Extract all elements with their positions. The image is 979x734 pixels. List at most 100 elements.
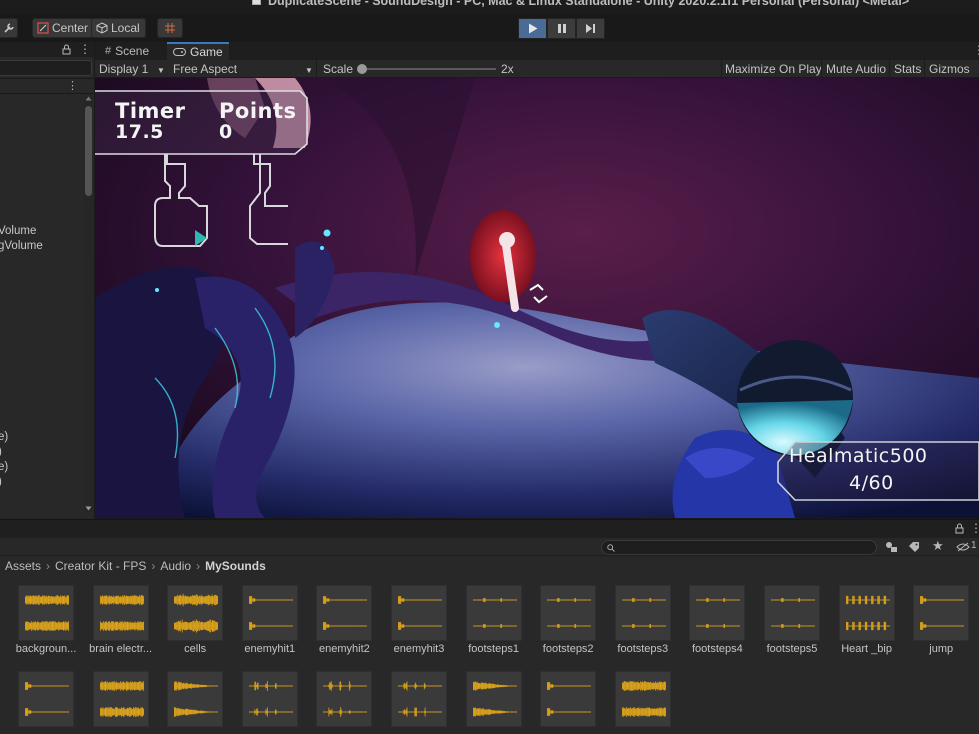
lock-icon[interactable] (62, 44, 71, 55)
waveform-thumbnail (540, 671, 597, 727)
audio-clip-item[interactable] (84, 671, 158, 734)
audio-clip-item[interactable]: footsteps1 (457, 585, 531, 657)
audio-clip-name (84, 729, 158, 734)
game-viewport[interactable]: Timer 17.5 Points 0 Healmatic500 4/60 (95, 78, 979, 518)
step-button[interactable] (576, 18, 605, 39)
tools-button[interactable] (0, 18, 18, 38)
grid-snap-button[interactable] (157, 18, 183, 38)
audio-clip-name: backgroun... (15, 643, 77, 655)
gamepad-icon (173, 48, 186, 56)
audio-clip-item[interactable] (9, 671, 83, 734)
hidden-packages-icon[interactable] (956, 542, 970, 552)
audio-clip-item[interactable]: cells (158, 585, 232, 657)
audio-clip-item[interactable]: backgroun... (9, 585, 83, 657)
audio-clip-name: enemyhit2 (319, 643, 370, 655)
chevron-right-icon: › (151, 559, 156, 573)
audio-clip-item[interactable]: enemyhit1 (233, 585, 307, 657)
audio-clip-name: cells (184, 643, 207, 655)
audio-clip-item[interactable]: enemyhit3 (382, 585, 456, 657)
waveform-channel-right (398, 622, 442, 630)
view-menu-icon[interactable]: ⋮ (973, 43, 979, 57)
waveform-channel-left (771, 598, 815, 602)
mute-audio-toggle[interactable]: Mute Audio (826, 61, 886, 77)
hierarchy-scrollbar[interactable] (84, 94, 93, 512)
display-dropdown-arrow-icon[interactable]: ▼ (157, 63, 165, 79)
audio-clip-item[interactable]: footsteps4 (680, 585, 754, 657)
waveform-thumbnail (391, 671, 447, 727)
breadcrumb-item[interactable]: Assets (5, 559, 41, 573)
hierarchy-item[interactable]: ) (0, 446, 2, 458)
play-button[interactable] (518, 18, 547, 39)
hierarchy-item[interactable]: e) (0, 431, 8, 443)
waveform-channel-left (398, 596, 442, 604)
aspect-dropdown[interactable]: Free Aspect (173, 61, 237, 77)
hierarchy-item[interactable]: gVolume (0, 240, 43, 252)
audio-clip-item[interactable] (307, 671, 381, 734)
scene-menu-icon[interactable]: ⋮ (67, 79, 78, 92)
space-local-button[interactable]: Local (91, 18, 146, 38)
pause-icon (557, 24, 566, 33)
audio-clip-item[interactable] (233, 671, 307, 734)
audio-clip-item[interactable] (382, 671, 456, 734)
chevron-right-icon: › (46, 559, 51, 573)
audio-clip-item[interactable] (531, 671, 605, 734)
breadcrumb-item[interactable]: Audio (160, 559, 191, 573)
audio-clip-item[interactable]: footsteps2 (531, 585, 605, 657)
audio-clip-item[interactable] (158, 671, 232, 734)
waveform-channel-left (920, 596, 965, 604)
project-search-input[interactable] (601, 540, 877, 555)
waveform-thumbnail (18, 585, 74, 641)
audio-clip-item[interactable]: footsteps5 (755, 585, 829, 657)
scroll-down-icon[interactable] (85, 506, 92, 511)
hierarchy-item[interactable]: Volume (0, 225, 36, 237)
waveform-channel-left (174, 593, 219, 607)
audio-clip-item[interactable] (606, 671, 680, 734)
stats-toggle[interactable]: Stats (894, 61, 921, 77)
toolbar-divider (316, 60, 317, 78)
pause-button[interactable] (547, 18, 576, 39)
document-icon (252, 0, 261, 5)
audio-clip-item[interactable]: enemyhit2 (307, 585, 381, 657)
breadcrumb-item[interactable]: Creator Kit - FPS (55, 559, 146, 573)
favorites-star-icon[interactable]: ★ (932, 538, 944, 554)
hierarchy-item[interactable]: e) (0, 461, 8, 473)
hierarchy-search-input[interactable] (0, 60, 92, 76)
maximize-on-play-toggle[interactable]: Maximize On Play (725, 61, 822, 77)
filter-by-type-icon[interactable] (885, 541, 899, 553)
hierarchy-menu-icon[interactable]: ⋮ (79, 42, 91, 56)
hud-timer-label: Timer (115, 99, 186, 123)
hierarchy-scrollbar-thumb[interactable] (85, 106, 92, 196)
audio-clip-item[interactable]: brain electr... (84, 585, 158, 657)
tab-scene[interactable]: # Scene (99, 42, 155, 60)
breadcrumb-current[interactable]: MySounds (205, 559, 266, 573)
scale-slider[interactable] (357, 64, 496, 74)
tab-game[interactable]: Game (167, 42, 229, 60)
pivot-icon (37, 22, 49, 34)
waveform-thumbnail (465, 671, 522, 727)
audio-clip-item[interactable]: footsteps3 (606, 585, 680, 657)
aspect-dropdown-arrow-icon[interactable]: ▼ (305, 63, 313, 79)
scale-slider-knob[interactable] (357, 64, 367, 74)
hierarchy-item[interactable]: ) (0, 476, 2, 488)
lock-icon[interactable] (955, 523, 964, 534)
audio-clip-item[interactable] (457, 671, 531, 734)
waveform-channel-left (323, 681, 368, 691)
hidden-packages-count: 1 (971, 540, 977, 551)
waveform-thumbnail (92, 585, 149, 641)
waveform-channel-left (25, 682, 69, 690)
audio-clip-item[interactable]: Heart _bip (830, 585, 904, 657)
audio-clip-name: Heart _bip (841, 643, 892, 655)
wrench-icon (4, 23, 14, 33)
grid-snap-icon (165, 23, 175, 33)
audio-clip-item[interactable]: jump (904, 585, 978, 657)
breadcrumb: Assets › Creator Kit - FPS › Audio › MyS… (0, 556, 979, 576)
scroll-up-icon[interactable] (85, 96, 92, 101)
project-menu-icon[interactable]: ⋮ (970, 521, 979, 535)
waveform-channel-right (248, 622, 293, 630)
gizmos-toggle[interactable]: Gizmos (929, 61, 970, 77)
audio-clip-name (307, 729, 381, 734)
waveform-channel-right (547, 624, 592, 628)
pivot-center-button[interactable]: Center (32, 18, 95, 38)
display-dropdown[interactable]: Display 1 (99, 61, 148, 77)
filter-by-label-icon[interactable] (908, 541, 920, 553)
